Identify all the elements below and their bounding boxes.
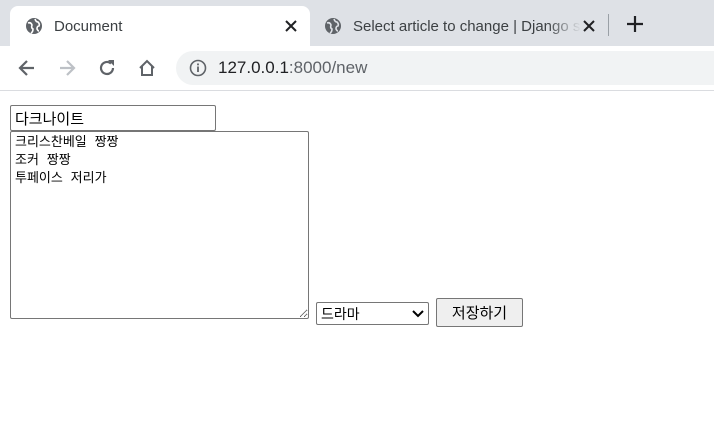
tab-title: Document xyxy=(54,17,123,35)
close-icon[interactable] xyxy=(580,17,598,35)
new-tab-icon[interactable] xyxy=(624,13,646,35)
page-content: 크리스찬베일 짱짱 조커 짱짱 투페이스 저리가 드라마 저장하기 xyxy=(0,91,714,424)
url-path: :8000/new xyxy=(288,58,368,77)
address-bar[interactable]: 127.0.0.1:8000/new xyxy=(176,51,714,85)
back-arrow-icon[interactable] xyxy=(15,56,39,80)
globe-icon xyxy=(324,17,342,35)
url-text: 127.0.0.1:8000/new xyxy=(218,58,367,78)
close-icon[interactable] xyxy=(282,17,300,35)
info-icon[interactable] xyxy=(189,59,207,77)
reload-icon[interactable] xyxy=(95,56,119,80)
genre-select[interactable]: 드라마 xyxy=(316,302,429,325)
tab-separator xyxy=(608,14,609,36)
globe-icon xyxy=(25,17,43,35)
tab-title: Select article to change | Django site a… xyxy=(353,17,581,35)
tab-django-admin[interactable]: Select article to change | Django site a… xyxy=(312,6,608,46)
content-textarea[interactable]: 크리스찬베일 짱짱 조커 짱짱 투페이스 저리가 xyxy=(10,131,309,319)
genre-selected-value: 드라마 xyxy=(321,306,360,323)
title-input[interactable] xyxy=(10,105,216,131)
chevron-down-icon xyxy=(412,306,424,322)
home-icon[interactable] xyxy=(135,56,159,80)
forward-arrow-icon[interactable] xyxy=(55,56,79,80)
browser-toolbar: 127.0.0.1:8000/new xyxy=(0,46,714,91)
save-button[interactable]: 저장하기 xyxy=(436,298,523,327)
tab-strip: Document Select article to change | Djan… xyxy=(0,0,714,46)
tab-document[interactable]: Document xyxy=(10,6,310,46)
url-host: 127.0.0.1 xyxy=(218,58,289,77)
